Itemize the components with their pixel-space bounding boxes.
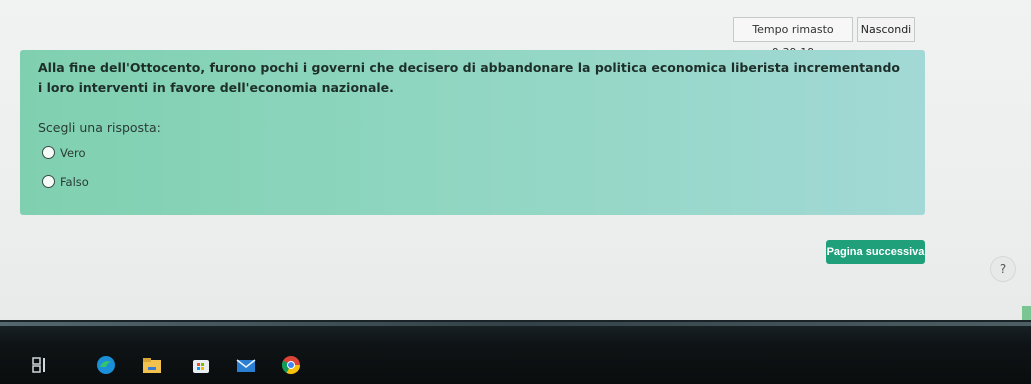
- question-card: Alla fine dell'Ottocento, furono pochi i…: [20, 50, 925, 215]
- option-falso[interactable]: Falso: [42, 175, 89, 189]
- option-label: Falso: [60, 175, 89, 189]
- bezel-edge: [0, 322, 1031, 326]
- next-page-button[interactable]: Pagina successiva: [826, 240, 925, 264]
- timer-box: Tempo rimasto 0:39:19: [733, 17, 853, 59]
- question-text: Alla fine dell'Ottocento, furono pochi i…: [38, 60, 900, 95]
- option-vero[interactable]: Vero: [42, 146, 86, 160]
- timer-label: Tempo rimasto: [752, 23, 834, 36]
- option-label: Vero: [60, 146, 86, 160]
- mail-icon[interactable]: [235, 354, 257, 376]
- radio-button[interactable]: [42, 146, 55, 159]
- microsoft-store-icon[interactable]: [190, 354, 212, 376]
- hide-timer-button[interactable]: Nascondi: [857, 17, 915, 42]
- edge-browser-icon[interactable]: [95, 354, 117, 376]
- task-view-icon[interactable]: [30, 354, 52, 376]
- chrome-icon[interactable]: [280, 354, 302, 376]
- radio-button[interactable]: [42, 175, 55, 188]
- file-explorer-icon[interactable]: [141, 354, 163, 376]
- taskbar: [30, 354, 320, 380]
- help-button[interactable]: ?: [990, 256, 1016, 282]
- answer-prompt: Scegli una risposta:: [38, 120, 161, 135]
